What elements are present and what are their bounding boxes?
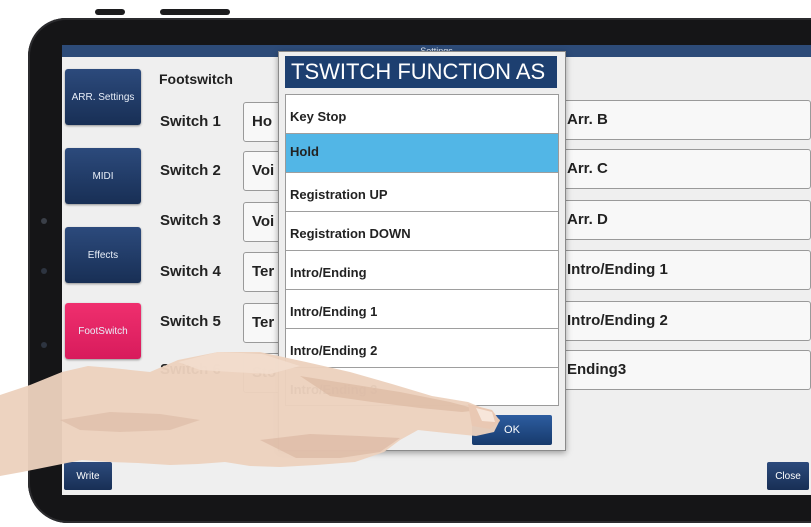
switch-4-function-field[interactable]: Ter bbox=[243, 252, 283, 292]
switch-5-label: Switch 5 bbox=[160, 313, 221, 330]
function-option-list[interactable]: Key Stop Hold Registration UP Registrati… bbox=[285, 94, 559, 406]
sidebar-item-effects[interactable]: Effects bbox=[65, 227, 141, 283]
option-intro-ending-3[interactable]: Intro/Ending 3 bbox=[286, 368, 558, 405]
close-button[interactable]: Close bbox=[767, 462, 809, 490]
switch-2-assignment-field[interactable]: Arr. C bbox=[558, 149, 811, 189]
app-screen: Settings ARR. Settings MIDI Effects Foot… bbox=[62, 45, 811, 495]
switch-1-function-field[interactable]: Ho bbox=[243, 102, 283, 142]
switch-1-label: Switch 1 bbox=[160, 113, 221, 130]
switch-5-function-field[interactable]: Ter bbox=[243, 303, 283, 343]
function-assign-dialog: TSWITCH FUNCTION AS Key Stop Hold Regist… bbox=[278, 51, 566, 451]
sidebar-item-footswitch[interactable]: FootSwitch bbox=[65, 303, 141, 359]
option-hold[interactable]: Hold bbox=[286, 134, 558, 173]
switch-3-label: Switch 3 bbox=[160, 212, 221, 229]
switch-4-assignment-field[interactable]: Intro/Ending 1 bbox=[558, 250, 811, 290]
write-button[interactable]: Write bbox=[64, 462, 112, 490]
switch-2-label: Switch 2 bbox=[160, 162, 221, 179]
switch-6-label: Switch 6 bbox=[160, 361, 221, 378]
option-key-stop[interactable]: Key Stop bbox=[286, 95, 558, 134]
option-registration-down[interactable]: Registration DOWN bbox=[286, 212, 558, 251]
switch-6-function-field[interactable]: Sto bbox=[243, 353, 283, 393]
ok-button[interactable]: OK bbox=[472, 415, 552, 445]
tablet-power-button bbox=[160, 9, 230, 15]
page-title: Footswitch bbox=[159, 71, 233, 87]
tablet-sensor-dot bbox=[41, 342, 47, 348]
switch-3-assignment-field[interactable]: Arr. D bbox=[558, 200, 811, 240]
option-intro-ending-2[interactable]: Intro/Ending 2 bbox=[286, 329, 558, 368]
sidebar-item-midi[interactable]: MIDI bbox=[65, 148, 141, 204]
switch-5-assignment-field[interactable]: Intro/Ending 2 bbox=[558, 301, 811, 341]
tablet-camera-dot bbox=[41, 218, 47, 224]
tablet-volume-button bbox=[95, 9, 125, 15]
switch-3-function-field[interactable]: Voi bbox=[243, 202, 283, 242]
option-intro-ending[interactable]: Intro/Ending bbox=[286, 251, 558, 290]
switch-6-assignment-field[interactable]: Ending3 bbox=[558, 350, 811, 390]
switch-1-assignment-field[interactable]: Arr. B bbox=[558, 100, 811, 140]
option-intro-ending-1[interactable]: Intro/Ending 1 bbox=[286, 290, 558, 329]
option-registration-up[interactable]: Registration UP bbox=[286, 173, 558, 212]
tablet-sensor-dot bbox=[41, 268, 47, 274]
switch-2-function-field[interactable]: Voi bbox=[243, 151, 283, 191]
switch-4-label: Switch 4 bbox=[160, 263, 221, 280]
sidebar-item-arr-settings[interactable]: ARR. Settings bbox=[65, 69, 141, 125]
dialog-title: TSWITCH FUNCTION AS bbox=[285, 56, 557, 88]
